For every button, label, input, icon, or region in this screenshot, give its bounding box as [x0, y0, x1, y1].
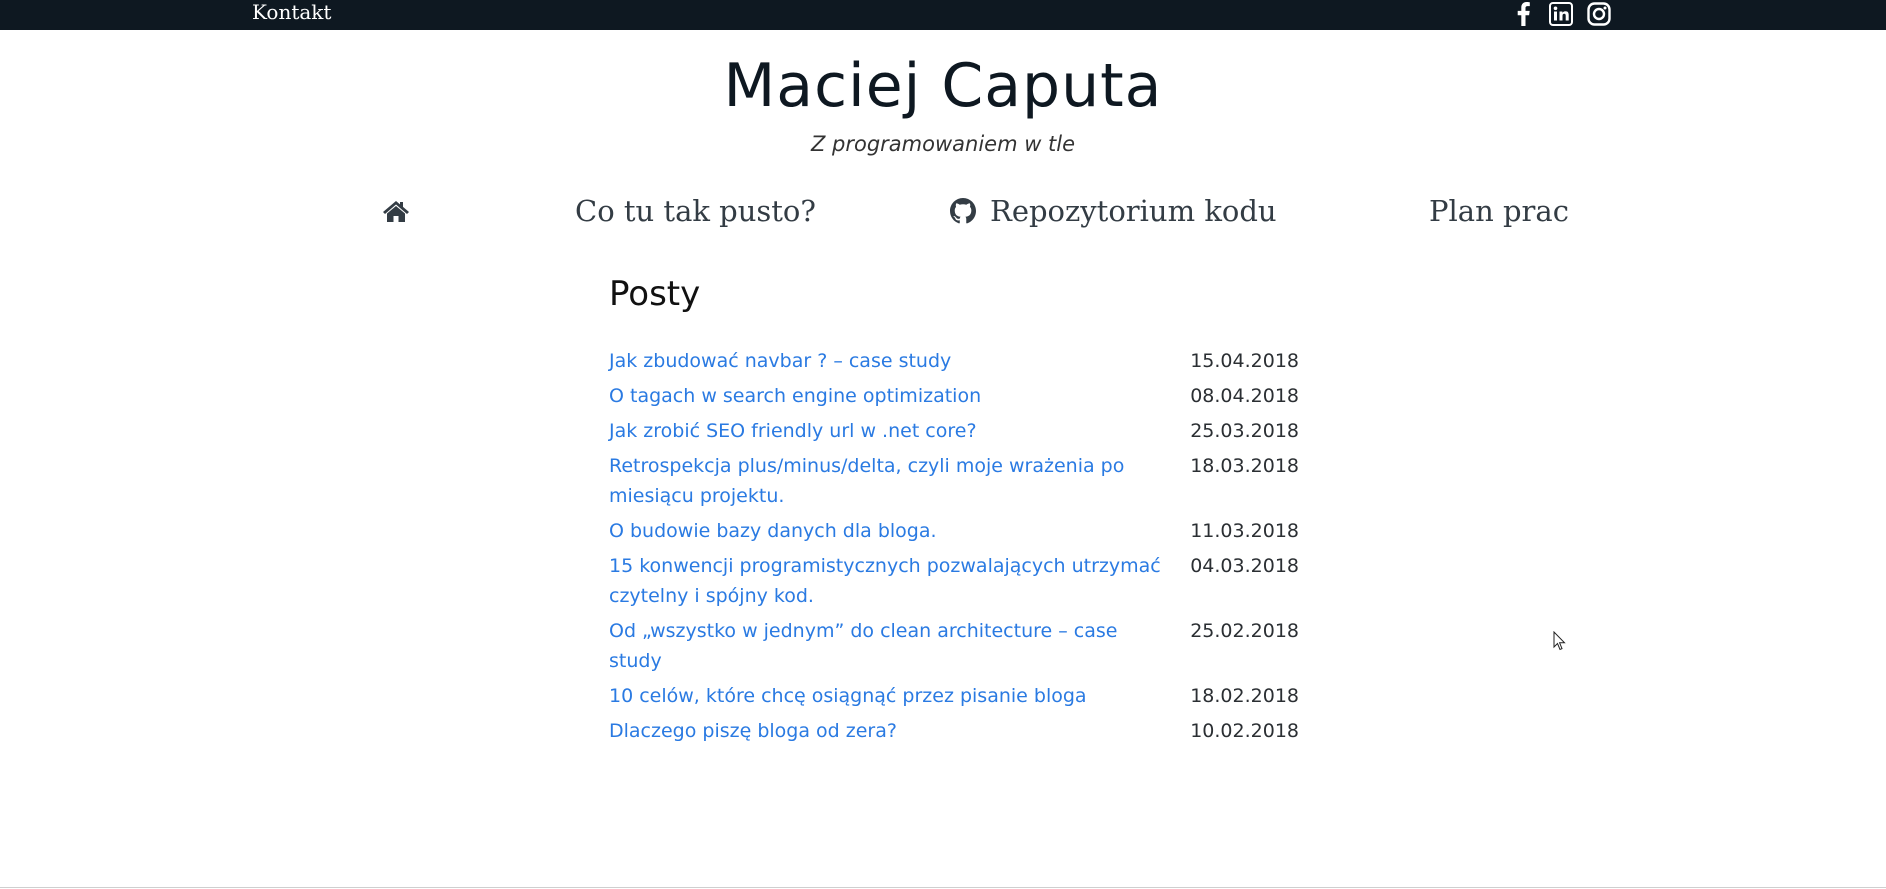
main-nav: Co tu tak pusto? Repozytorium kodu Plan …	[0, 188, 1886, 234]
post-date: 10.02.2018	[1190, 720, 1299, 742]
post-link[interactable]: Jak zbudować navbar ? – case study	[609, 350, 951, 372]
post-link[interactable]: 15 konwencji programistycznych pozwalają…	[609, 555, 1161, 607]
table-row: Jak zbudować navbar ? – case study 15.04…	[609, 346, 1299, 381]
post-date: 25.03.2018	[1190, 420, 1299, 442]
contact-link[interactable]: Kontakt	[252, 0, 331, 26]
table-row: Jak zrobić SEO friendly url w .net core?…	[609, 416, 1299, 451]
home-icon[interactable]	[382, 188, 410, 234]
posts-table: Jak zbudować navbar ? – case study 15.04…	[609, 346, 1299, 751]
post-date: 08.04.2018	[1190, 385, 1299, 407]
post-link[interactable]: Retrospekcja plus/minus/delta, czyli moj…	[609, 455, 1124, 507]
post-date: 18.03.2018	[1190, 455, 1299, 477]
post-date: 11.03.2018	[1190, 520, 1299, 542]
posts-heading: Posty	[609, 274, 701, 314]
nav-item-plan[interactable]: Plan prac	[1429, 188, 1569, 234]
post-link[interactable]: O budowie bazy danych dla bloga.	[609, 520, 937, 542]
post-date: 04.03.2018	[1190, 555, 1299, 577]
table-row: 15 konwencji programistycznych pozwalają…	[609, 551, 1299, 616]
nav-item-empty[interactable]: Co tu tak pusto?	[575, 188, 816, 234]
facebook-icon[interactable]	[1510, 1, 1536, 27]
nav-item-repository[interactable]: Repozytorium kodu	[950, 188, 1277, 234]
instagram-icon[interactable]	[1586, 1, 1612, 27]
mouse-cursor-icon	[1553, 630, 1567, 655]
social-links	[1510, 1, 1612, 27]
top-bar: Kontakt	[0, 0, 1886, 30]
post-date: 25.02.2018	[1190, 620, 1299, 642]
post-link[interactable]: Jak zrobić SEO friendly url w .net core?	[609, 420, 977, 442]
table-row: Dlaczego piszę bloga od zera? 10.02.2018	[609, 716, 1299, 751]
site-subtitle: Z programowaniem w tle	[810, 132, 1076, 156]
nav-item-repository-label: Repozytorium kodu	[990, 194, 1277, 228]
table-row: Od „wszystko w jednym” do clean architec…	[609, 616, 1299, 681]
post-link[interactable]: O tagach w search engine optimization	[609, 385, 981, 407]
table-row: 10 celów, które chcę osiągnąć przez pisa…	[609, 681, 1299, 716]
post-date: 15.04.2018	[1190, 350, 1299, 372]
post-date: 18.02.2018	[1190, 685, 1299, 707]
linkedin-icon[interactable]	[1548, 1, 1574, 27]
footer-divider	[0, 887, 1886, 888]
site-title[interactable]: Maciej Caputa	[0, 48, 1886, 124]
github-icon	[950, 198, 976, 224]
table-row: Retrospekcja plus/minus/delta, czyli moj…	[609, 451, 1299, 516]
post-link[interactable]: Dlaczego piszę bloga od zera?	[609, 720, 897, 742]
table-row: O budowie bazy danych dla bloga. 11.03.2…	[609, 516, 1299, 551]
post-link[interactable]: 10 celów, które chcę osiągnąć przez pisa…	[609, 685, 1087, 707]
table-row: O tagach w search engine optimization 08…	[609, 381, 1299, 416]
post-link[interactable]: Od „wszystko w jednym” do clean architec…	[609, 620, 1117, 672]
